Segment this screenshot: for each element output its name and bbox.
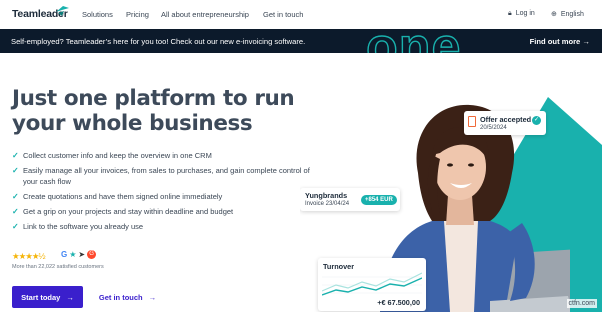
star-platform-icon: ★ [69, 250, 77, 259]
capterra-icon: ➤ [78, 250, 86, 259]
turnover-sparkline [322, 272, 422, 296]
feature-item: ✓ Create quotations and have them signed … [12, 192, 223, 201]
check-circle-icon: ✓ [532, 116, 541, 125]
check-icon: ✓ [12, 166, 19, 175]
google-icon: G [61, 250, 68, 259]
document-icon [468, 116, 476, 127]
get-in-touch-button[interactable]: Get in touch → [93, 286, 162, 308]
feature-item: ✓ Collect customer info and keep the over… [12, 151, 212, 160]
nav-solutions[interactable]: Solutions [82, 10, 113, 19]
nav-entrepreneurship[interactable]: All about entrepreneurship [161, 10, 249, 19]
arrow-right-icon: → [582, 37, 590, 46]
feature-item: ✓ Link to the software you already use [12, 222, 144, 231]
logo-mark-icon [56, 6, 69, 16]
banner-decor-word: one [365, 29, 461, 53]
turnover-title: Turnover [323, 262, 355, 271]
check-icon: ✓ [12, 222, 19, 231]
turnover-card: Turnover +€ 67.500,00 [318, 258, 426, 311]
hero-title-highlight: one platform [63, 86, 216, 111]
arrow-right-icon: → [148, 292, 157, 302]
rating-stars: ★★★★½ [12, 251, 46, 261]
start-today-button[interactable]: Start today → [12, 286, 83, 308]
nav-pricing[interactable]: Pricing [126, 10, 149, 19]
invoice-card: Yungbrands Invoice 23/04/24 +854 EUR [300, 188, 400, 211]
banner-text: Self-employed? Teamleader’s here for you… [11, 37, 306, 46]
nav-get-in-touch[interactable]: Get in touch [263, 10, 303, 19]
language-selector[interactable]: ⊕ English [551, 10, 584, 18]
top-nav: Teamleader Solutions Pricing All about e… [0, 0, 602, 29]
offer-date: 20/5/2024 [480, 125, 507, 131]
check-icon: ✓ [12, 207, 19, 216]
g2-icon: G [87, 250, 97, 260]
rating-caption: More than 22,022 satisfied customers [12, 264, 104, 270]
review-platform-icons: G ★ ➤ G [61, 250, 97, 260]
turnover-amount: +€ 67.500,00 [377, 298, 420, 307]
arrow-right-icon: → [66, 292, 74, 302]
feature-item: ✓ Easily manage all your invoices, from s… [12, 166, 310, 186]
check-icon: ✓ [12, 151, 19, 160]
offer-title: Offer accepted [480, 115, 532, 124]
hero-title: Just one platform to run your whole busi… [12, 86, 295, 136]
check-icon: ✓ [12, 192, 19, 201]
hero-visual: Offer accepted 20/5/2024 ✓ Yungbrands In… [300, 53, 602, 312]
invoice-date: Invoice 23/04/24 [305, 201, 350, 207]
globe-icon: ⊕ [551, 11, 557, 18]
lock-icon: 🔒︎ [508, 10, 512, 17]
invoice-amount-badge: +854 EUR [361, 195, 397, 205]
watermark: ctfn.com [566, 299, 597, 308]
feature-list: ✓ Collect customer info and keep the over… [12, 150, 312, 236]
invoice-company: Yungbrands [305, 191, 348, 200]
login-link[interactable]: 🔒︎ Log in [508, 10, 535, 18]
promo-banner[interactable]: one Self-employed? Teamleader’s here for… [0, 29, 602, 53]
offer-accepted-card: Offer accepted 20/5/2024 ✓ [464, 111, 546, 135]
banner-cta-link[interactable]: Find out more → [530, 37, 590, 46]
feature-item: ✓ Get a grip on your projects and stay wi… [12, 207, 234, 216]
